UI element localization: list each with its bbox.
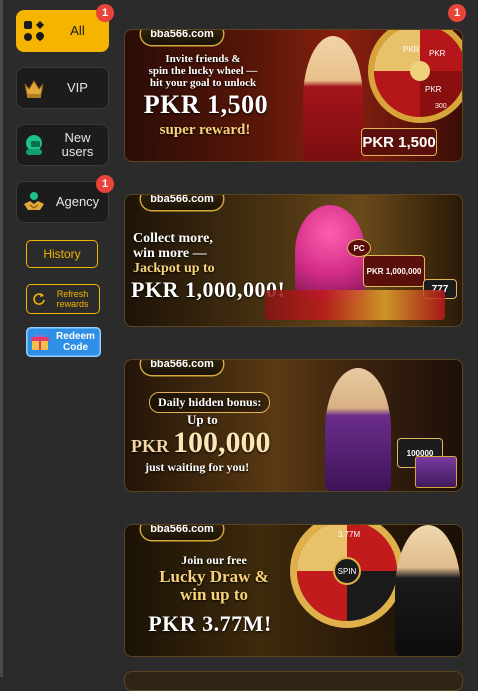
redeem-code-button[interactable]: Redeem Code bbox=[26, 327, 101, 357]
new-user-icon bbox=[26, 135, 42, 155]
brand-logo: bba566.com bbox=[141, 360, 223, 375]
gift-box bbox=[415, 456, 457, 488]
banner-copy-line: Join our free bbox=[181, 553, 247, 567]
banner-amount: 100,000 bbox=[173, 426, 271, 459]
redeem-code-label: Redeem Code bbox=[56, 331, 95, 353]
brand-logo: bba566.com bbox=[141, 30, 223, 45]
gift-icon bbox=[31, 334, 49, 350]
history-button[interactable]: History bbox=[26, 240, 98, 268]
grid-suits-icon bbox=[24, 21, 44, 41]
svg-text:PKR: PKR bbox=[425, 85, 442, 94]
jackpot-sign: PKR 1,000,000 bbox=[363, 255, 425, 287]
banner-copy-line: just waiting for you! bbox=[145, 460, 250, 474]
svg-text:300: 300 bbox=[435, 103, 447, 110]
promo-banner-invite-wheel[interactable]: bba566.com Invite friends & spin the luc… bbox=[124, 29, 463, 162]
banner-copy-line: Invite friends & bbox=[165, 53, 241, 65]
promo-banner-lucky-draw[interactable]: bba566.com Join our free Lucky Draw & wi… bbox=[124, 524, 463, 657]
category-vip[interactable]: VIP bbox=[16, 67, 109, 109]
refresh-icon bbox=[33, 293, 45, 305]
brand-logo: bba566.com bbox=[141, 525, 223, 540]
hostess-figure bbox=[325, 368, 391, 491]
svg-text:3.77M: 3.77M bbox=[338, 530, 361, 539]
brand-logo: bba566.com bbox=[141, 195, 223, 210]
banner-copy-line: win more — bbox=[133, 246, 207, 261]
banner-reward-tag: PKR 1,500 bbox=[361, 128, 437, 156]
hostess-figure bbox=[395, 525, 461, 656]
spin-wheel-graphic: SPIN 3.77M bbox=[290, 525, 404, 628]
svg-text:SPIN: SPIN bbox=[338, 567, 357, 576]
svg-text:PKR: PKR bbox=[403, 45, 420, 54]
category-all[interactable]: All bbox=[16, 10, 109, 52]
banner-copy-line: super reward! bbox=[159, 122, 251, 138]
hostess-figure bbox=[303, 36, 363, 161]
banner-copy-line: hit your goal to unlock bbox=[149, 77, 257, 89]
banner-copy-line: Jackpot up to bbox=[133, 261, 215, 276]
banner-amount-prefix: PKR bbox=[131, 436, 169, 456]
refresh-rewards-button[interactable]: Refresh rewards bbox=[26, 284, 100, 314]
promo-banner-jackpot[interactable]: bba566.com Collect more, win more — Jack… bbox=[124, 194, 463, 327]
category-all-badge: 1 bbox=[96, 4, 114, 22]
crown-icon bbox=[24, 80, 44, 98]
category-vip-label: VIP bbox=[67, 80, 88, 95]
refresh-rewards-label: Refresh rewards bbox=[56, 289, 89, 309]
category-new-users-label: New users bbox=[61, 130, 94, 159]
banner-copy-line: Collect more, bbox=[133, 231, 213, 246]
promo-banner-daily-bonus[interactable]: bba566.com Daily hidden bonus: Up to PKR… bbox=[124, 359, 463, 492]
window-edge bbox=[0, 0, 3, 677]
banner-copy-line: spin the lucky wheel — bbox=[148, 65, 258, 77]
banner-new-badge: 1 bbox=[448, 4, 466, 22]
promo-banner-partial[interactable] bbox=[124, 671, 463, 691]
gift-boxes bbox=[265, 290, 445, 320]
svg-text:PKR: PKR bbox=[429, 49, 446, 58]
handshake-icon bbox=[24, 192, 44, 210]
banner-amount: PKR 3.77M! bbox=[148, 611, 272, 636]
category-new-users[interactable]: New users bbox=[16, 124, 109, 166]
category-agency[interactable]: Agency bbox=[16, 181, 109, 223]
category-agency-badge: 1 bbox=[96, 175, 114, 193]
lucky-wheel-graphic: PKR PKR PKR 300 bbox=[368, 30, 462, 123]
banner-copy-line: Daily hidden bonus: bbox=[149, 392, 271, 413]
banner-copy-line: win up to bbox=[179, 585, 249, 604]
banner-amount: PKR 1,500 bbox=[143, 90, 269, 119]
banner-amount: PKR 1,000,000! bbox=[131, 277, 286, 302]
banner-copy-line: Lucky Draw & bbox=[159, 567, 269, 586]
